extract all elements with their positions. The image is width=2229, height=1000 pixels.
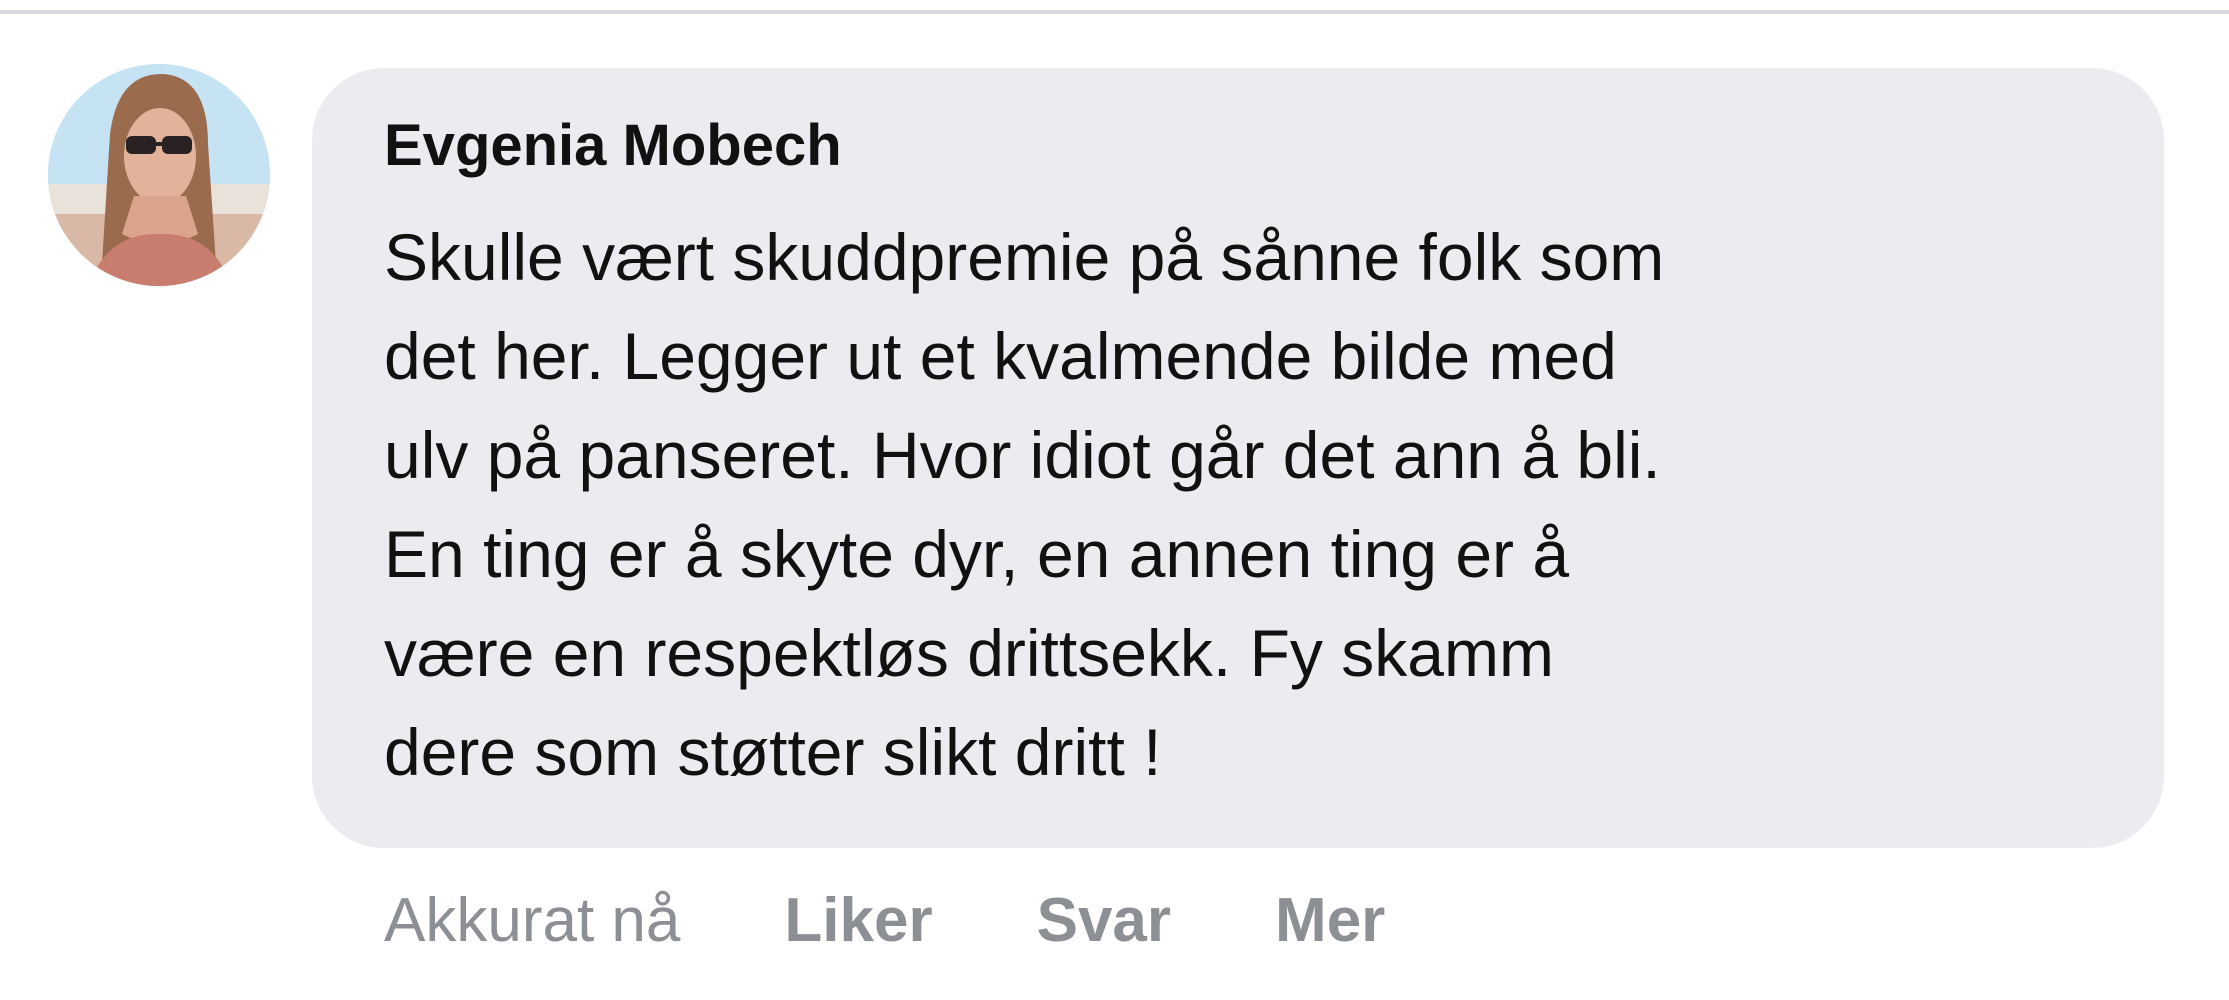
comment-text-line: det her. Legger ut et kvalmende bilde me… (384, 319, 1617, 393)
comment-timestamp[interactable]: Akkurat nå (384, 885, 680, 956)
like-button[interactable]: Liker (784, 885, 932, 956)
comment-text-line: Skulle vært skuddpremie på sånne folk so… (384, 220, 1665, 294)
comment-actions: Akkurat nå Liker Svar Mer (384, 880, 1385, 960)
avatar-photo-icon (48, 64, 270, 286)
comment-author[interactable]: Evgenia Mobech (384, 112, 842, 179)
comment-text-line: ulv på panseret. Hvor idiot går det ann … (384, 418, 1661, 492)
comment-text-line: En ting er å skyte dyr, en annen ting er… (384, 517, 1570, 591)
avatar[interactable] (48, 64, 270, 286)
reply-button[interactable]: Svar (1037, 885, 1171, 956)
more-button[interactable]: Mer (1275, 885, 1385, 956)
comment-text: Skulle vært skuddpremie på sånne folk so… (384, 208, 2104, 802)
comment-bubble: Evgenia Mobech Skulle vært skuddpremie p… (312, 68, 2164, 848)
comment-text-line: dere som støtter slikt dritt ! (384, 715, 1162, 789)
page: Evgenia Mobech Skulle vært skuddpremie p… (0, 0, 2229, 1000)
comment-text-line: være en respektløs drittsekk. Fy skamm (384, 616, 1554, 690)
comment: Evgenia Mobech Skulle vært skuddpremie p… (0, 0, 2229, 1000)
